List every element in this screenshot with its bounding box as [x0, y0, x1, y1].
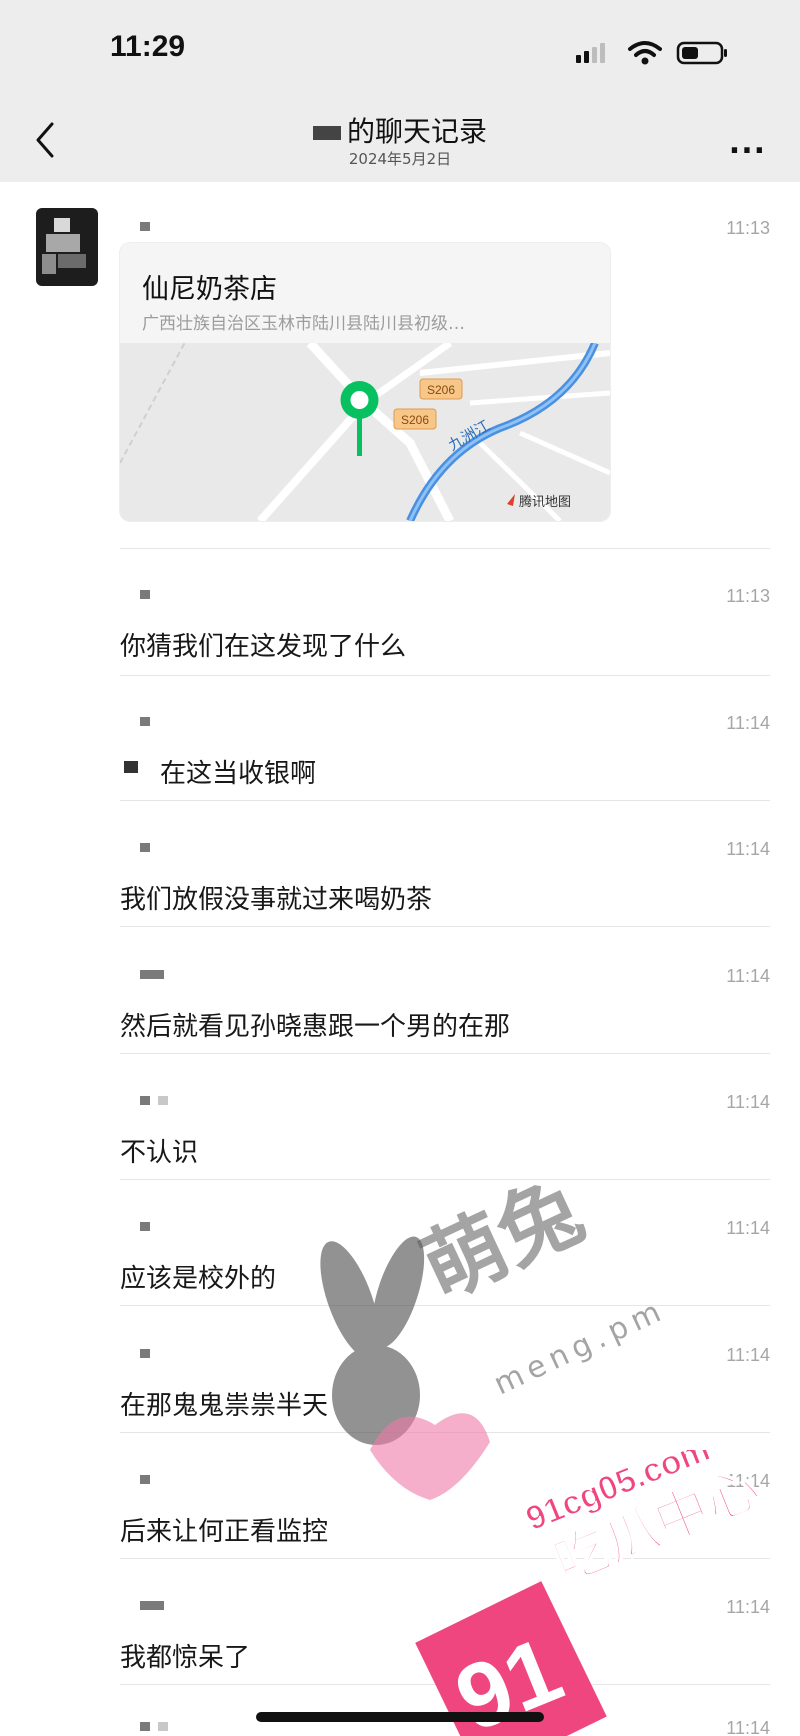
- redacted-sender: [140, 1349, 150, 1359]
- more-options-button[interactable]: ...: [729, 126, 766, 161]
- redacted-sender: [140, 1096, 168, 1106]
- redacted-sender: [140, 970, 164, 980]
- map-provider: 腾讯地图: [519, 494, 571, 510]
- status-bar: 11:29: [0, 0, 800, 100]
- message-item: 11:14 不认识: [120, 1092, 770, 1196]
- location-map: S206 S206 九洲江 腾讯地图: [120, 343, 610, 521]
- message-text: 然后就看见孙晓惠跟一个男的在那: [120, 1012, 511, 1042]
- redacted-sender: [140, 1222, 150, 1232]
- road-label: S206: [401, 413, 429, 427]
- message-time: 11:14: [726, 1597, 770, 1617]
- redacted-sender: [140, 1601, 164, 1611]
- divider: [120, 548, 770, 549]
- message-text: 后来让何正看监控: [120, 1517, 329, 1547]
- redacted-sender: [140, 717, 150, 727]
- wifi-icon: [628, 41, 662, 65]
- divider: [120, 1053, 770, 1054]
- location-name: 仙尼奶茶店: [142, 274, 277, 305]
- message-time: 11:14: [726, 1345, 770, 1365]
- page-subtitle-date: 2024年5月2日: [348, 150, 452, 168]
- page-title: 的聊天记录: [0, 110, 800, 150]
- home-indicator[interactable]: [256, 1712, 544, 1722]
- location-address: 广西壮族自治区玉林市陆川县陆川县初级…: [142, 314, 465, 334]
- message-text: 我都惊呆了: [120, 1643, 251, 1673]
- status-time: 11:29: [110, 30, 186, 63]
- message-item: 11:14 我们放假没事就过来喝奶茶: [120, 839, 770, 943]
- location-card[interactable]: 仙尼奶茶店 广西壮族自治区玉林市陆川县陆川县初级… S206 S206 九洲江: [120, 243, 610, 521]
- road-label: S206: [427, 383, 455, 397]
- message-time: 11:14: [726, 1218, 770, 1238]
- redacted-sender: [140, 222, 150, 232]
- message-time: 11:14: [726, 1718, 770, 1736]
- message-time: 11:14: [726, 966, 770, 986]
- message-item: 11:14 后来让何正看监控: [120, 1471, 770, 1575]
- chat-history-screen: 11:29 的聊天记录 2024年5月2日 ... 11:13 仙尼奶茶店 广西…: [0, 0, 800, 1736]
- divider: [120, 1684, 770, 1685]
- divider: [120, 1305, 770, 1306]
- redacted-sender: [140, 590, 150, 600]
- message-item: 11:14 然后就看见孙晓惠跟一个男的在那: [120, 966, 770, 1070]
- message-text: 你猜我们在这发现了什么: [120, 632, 407, 662]
- battery-icon: [676, 41, 727, 65]
- avatar[interactable]: [36, 208, 98, 286]
- message-text: 不认识: [120, 1138, 199, 1168]
- message-item: 11:14 应该是校外的: [120, 1218, 770, 1322]
- message-time: 11:14: [726, 713, 770, 733]
- message-text: 在那鬼鬼祟祟半天: [120, 1391, 329, 1421]
- message-time: 11:13: [726, 218, 770, 238]
- divider: [120, 1432, 770, 1433]
- message-item: 11:13 你猜我们在这发现了什么: [120, 586, 770, 690]
- signal-icon: [576, 43, 605, 63]
- divider: [120, 1179, 770, 1180]
- redacted-sender: [140, 843, 150, 853]
- message-time: 11:14: [726, 1092, 770, 1112]
- message-item: 11:14 在那鬼鬼祟祟半天: [120, 1345, 770, 1449]
- message-text: 在这当收银啊: [160, 759, 317, 789]
- message-item: 11:14 在这当收银啊: [120, 713, 770, 817]
- divider: [120, 800, 770, 801]
- divider: [120, 675, 770, 676]
- message-item: 11:14 我都惊呆了: [120, 1597, 770, 1701]
- redacted-name: [312, 126, 341, 140]
- status-icons: [574, 38, 730, 68]
- redacted-sender: [140, 1475, 150, 1485]
- message-item: 11:14: [120, 1718, 770, 1736]
- divider: [120, 1558, 770, 1559]
- redacted-name: [124, 761, 138, 773]
- redacted-sender: [140, 1722, 168, 1732]
- message-time: 11:13: [726, 586, 770, 606]
- divider: [120, 926, 770, 927]
- message-time: 11:14: [726, 1471, 770, 1491]
- nav-bar: 的聊天记录 2024年5月2日 ...: [0, 100, 800, 182]
- page-title-text: 的聊天记录: [346, 115, 487, 148]
- message-time: 11:14: [726, 839, 770, 859]
- message-text: 我们放假没事就过来喝奶茶: [120, 885, 433, 915]
- message-text: 应该是校外的: [120, 1264, 277, 1294]
